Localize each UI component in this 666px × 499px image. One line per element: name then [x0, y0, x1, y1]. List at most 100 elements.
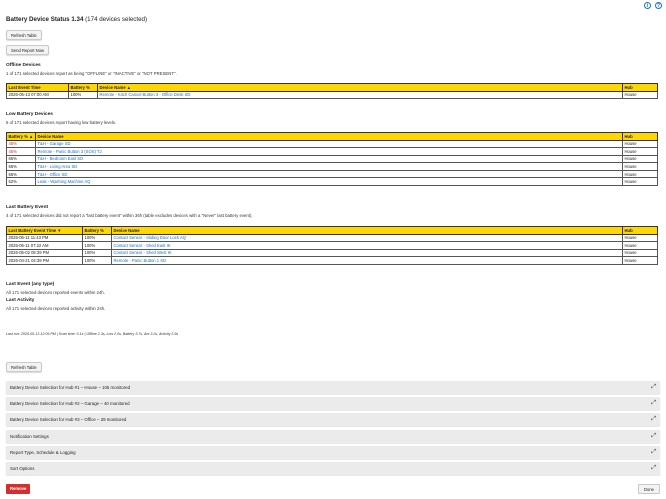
- cell-hub: House: [622, 241, 658, 250]
- accordion-section[interactable]: Sort Options ⤢: [6, 462, 660, 475]
- col-battery[interactable]: Battery %: [68, 83, 98, 92]
- cell-battery: 52%: [6, 177, 36, 187]
- send-report-button[interactable]: Send Report Now: [6, 45, 50, 55]
- cell-hub: House: [622, 169, 658, 179]
- low-battery-table: Battery % ▲ Device Name Hub 45% T&H - Gar…: [6, 132, 658, 187]
- col-hub[interactable]: Hub: [622, 132, 658, 141]
- col-device-name[interactable]: Device Name ▲: [97, 83, 623, 92]
- device-link[interactable]: Leak - Washing Machine AQ: [38, 179, 91, 184]
- accordion-label: Report Type, Schedule & Logging: [10, 450, 76, 455]
- selection-count: (174 devices selected): [85, 16, 148, 23]
- app-title: Battery Device Status 1.34: [6, 16, 84, 23]
- table-row: 45% Remote - Panic Button 3 (SOS) TJ House: [6, 147, 658, 156]
- cell-hub: House: [622, 154, 658, 164]
- col-device-name[interactable]: Device Name: [111, 226, 623, 235]
- cell-hub: House: [622, 90, 658, 100]
- cell-battery: 65%: [6, 154, 36, 164]
- cell-hub: House: [622, 256, 658, 265]
- cell-time: 2026-05-11 07:22 AM: [6, 241, 83, 250]
- top-icons: i ?: [644, 2, 662, 9]
- cell-hub: House: [622, 162, 658, 171]
- col-device-name[interactable]: Device Name: [35, 132, 623, 141]
- col-battery[interactable]: Battery % ▲: [6, 132, 36, 141]
- expand-icon[interactable]: ⤢: [651, 430, 656, 443]
- table-row: 2026-05-11 11:43 PM 100% Contact Sensor - …: [6, 233, 658, 243]
- col-battery[interactable]: Battery %: [82, 226, 112, 235]
- device-link[interactable]: Contact Sensor - Sliding Door Lock AQ: [114, 235, 186, 240]
- last-activity-desc: All 171 selected devices reported activi…: [6, 306, 106, 311]
- accordion-section[interactable]: Notification Settings ⤢: [6, 430, 660, 443]
- device-link[interactable]: Remote - Kitch Cancel Button 3 - Office …: [100, 92, 191, 97]
- cell-time: 2026-05-11 11:43 PM: [6, 233, 83, 243]
- cell-hub: House: [622, 233, 658, 243]
- device-link[interactable]: T&H - Bedroom East SD: [38, 156, 84, 161]
- cell-hub: House: [622, 177, 658, 187]
- col-hub[interactable]: Hub: [622, 83, 658, 92]
- accordion-section[interactable]: Battery Device Selection for Hub #3 – Of…: [6, 413, 660, 426]
- accordion-label: Sort Options: [10, 466, 35, 471]
- last-battery-desc: 4 of 171 selected devices did not report…: [6, 213, 253, 218]
- device-link[interactable]: Contact Sensor - Shed East IK: [114, 243, 171, 248]
- expand-icon[interactable]: ⤢: [651, 413, 656, 426]
- table-row: 65% T&H - Office SD House: [6, 169, 658, 179]
- col-last-battery-event-time[interactable]: Last Battery Event Time ▼: [6, 226, 83, 235]
- table-row: 2026-04-21 04:39 PM 100% Remote - Panic Bu…: [6, 256, 658, 265]
- help-icon[interactable]: ?: [655, 2, 662, 9]
- cell-battery: 100%: [82, 248, 112, 258]
- offline-heading: Offline Devices: [6, 63, 41, 68]
- low-battery-heading: Low Battery Devices: [6, 112, 53, 117]
- table-row: 45% T&H - Garage SD House: [6, 139, 658, 149]
- cell-time: 2026-05-02 05:39 PM: [6, 248, 83, 258]
- remove-button[interactable]: Remove: [6, 484, 31, 494]
- accordion-section[interactable]: Battery Device Selection for Hub #1 – Ho…: [6, 381, 660, 394]
- offline-table: Last Event Time Battery % Device Name ▲ …: [6, 83, 658, 100]
- cell-battery: 100%: [68, 90, 98, 100]
- col-hub[interactable]: Hub: [622, 226, 658, 235]
- last-battery-table: Last Battery Event Time ▼ Battery % Devi…: [6, 226, 658, 265]
- cell-battery: 100%: [82, 241, 112, 250]
- last-event-heading: Last Event (any type): [6, 282, 55, 287]
- expand-icon[interactable]: ⤢: [651, 397, 656, 410]
- info-icon[interactable]: i: [644, 2, 651, 9]
- low-battery-desc: 6 of 171 selected devices report having …: [6, 120, 117, 125]
- table-row: 65% T&H - Living Area SD House: [6, 162, 658, 171]
- refresh-table-bottom-button[interactable]: Refresh Table: [6, 362, 42, 372]
- cell-battery: 45%: [6, 147, 36, 156]
- device-link[interactable]: Remote - Panic Button 3 (SOS) TJ: [38, 149, 102, 154]
- table-row: 2026-05-13 07:00 AM 100% Remote - Kitch …: [6, 90, 658, 100]
- table-row: 2026-05-11 07:22 AM 100% Contact Sensor - …: [6, 241, 658, 250]
- table-row: 65% T&H - Bedroom East SD House: [6, 154, 658, 164]
- cell-battery: 45%: [6, 139, 36, 149]
- cell-hub: House: [622, 147, 658, 156]
- expand-icon[interactable]: ⤢: [651, 381, 656, 394]
- last-battery-heading: Last Battery Event: [6, 205, 49, 210]
- accordion-label: Battery Device Selection for Hub #1 – Ho…: [10, 385, 131, 390]
- cell-battery: 65%: [6, 169, 36, 179]
- accordion-label: Notification Settings: [10, 434, 49, 439]
- col-last-event-time[interactable]: Last Event Time: [6, 83, 69, 92]
- accordion-section[interactable]: Battery Device Selection for Hub #2 – Ga…: [6, 397, 660, 410]
- run-stats: Last run: 2026-05-13 12:09 PM | Scan tim…: [6, 332, 179, 336]
- expand-icon[interactable]: ⤢: [651, 462, 656, 475]
- done-button[interactable]: Done: [637, 484, 660, 494]
- device-link[interactable]: Remote - Panic Button 1 SD: [114, 258, 167, 263]
- last-activity-heading: Last Activity: [6, 298, 35, 303]
- device-link[interactable]: Contact Sensor - Shed West IK: [114, 250, 172, 255]
- cell-time: 2026-04-21 04:39 PM: [6, 256, 83, 265]
- cell-time: 2026-05-13 07:00 AM: [6, 90, 69, 100]
- refresh-table-button[interactable]: Refresh Table: [6, 30, 42, 40]
- table-row: 2026-05-02 05:39 PM 100% Contact Sensor - …: [6, 248, 658, 258]
- accordion-label: Battery Device Selection for Hub #3 – Of…: [10, 417, 127, 422]
- cell-battery: 100%: [82, 256, 112, 265]
- expand-icon[interactable]: ⤢: [651, 446, 656, 459]
- device-link[interactable]: T&H - Garage SD: [38, 141, 71, 146]
- accordion-section[interactable]: Report Type, Schedule & Logging ⤢: [6, 446, 660, 459]
- table-row: 52% Leak - Washing Machine AQ House: [6, 177, 658, 187]
- last-event-desc: All 171 selected devices reported events…: [6, 290, 105, 295]
- accordion-label: Battery Device Selection for Hub #2 – Ga…: [10, 401, 130, 406]
- cell-hub: House: [622, 139, 658, 149]
- cell-battery: 65%: [6, 162, 36, 171]
- device-link[interactable]: T&H - Office SD: [38, 172, 68, 177]
- device-link[interactable]: T&H - Living Area SD: [38, 164, 78, 169]
- cell-battery: 100%: [82, 233, 112, 243]
